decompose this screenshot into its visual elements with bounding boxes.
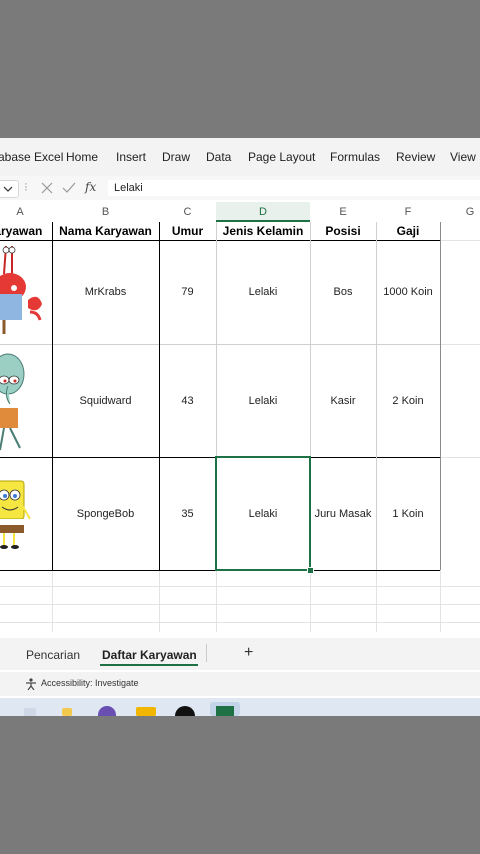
close-icon[interactable] xyxy=(41,182,53,194)
taskbar-app-icon[interactable] xyxy=(175,706,195,716)
gridline xyxy=(0,604,480,605)
mr-krabs-image xyxy=(0,245,42,334)
formula-input[interactable]: Lelaki xyxy=(108,180,480,196)
table-border xyxy=(440,222,441,570)
squidward-image xyxy=(0,353,25,450)
chevron-down-icon[interactable] xyxy=(3,185,13,193)
sheet-tab-daftar-karyawan[interactable]: Daftar Karyawan xyxy=(102,648,197,662)
column-header-f[interactable]: F xyxy=(376,202,440,222)
table-border xyxy=(159,222,160,570)
gridline xyxy=(52,570,53,632)
column-header-c[interactable]: C xyxy=(159,202,216,222)
cell-nama[interactable]: MrKrabs xyxy=(52,240,159,344)
cell-gaji[interactable]: 2 Koin xyxy=(376,344,440,457)
check-icon[interactable] xyxy=(62,182,76,194)
menu-item-insert[interactable]: Insert xyxy=(116,150,146,164)
name-box[interactable] xyxy=(0,180,19,198)
menu-item-formulas[interactable]: Formulas xyxy=(330,150,380,164)
cell-jenis-kelamin[interactable]: Lelaki xyxy=(216,344,310,457)
header-gaji[interactable]: Gaji xyxy=(376,222,440,240)
gridline xyxy=(159,570,160,632)
status-bar: Accessibility: Investigate xyxy=(0,672,480,696)
cell-umur[interactable]: 43 xyxy=(159,344,216,457)
add-sheet-button[interactable]: + xyxy=(244,644,253,662)
sheet-tab-pencarian[interactable]: Pencarian xyxy=(26,648,80,662)
active-cell-selection xyxy=(215,456,311,571)
cell-posisi[interactable]: Bos xyxy=(310,240,376,344)
column-header-d[interactable]: D xyxy=(216,202,310,222)
character-image-cell[interactable] xyxy=(0,240,52,344)
header-nama-karyawan[interactable]: Nama Karyawan xyxy=(52,222,159,240)
taskbar-app-icon[interactable] xyxy=(98,706,116,716)
column-header-a[interactable]: A xyxy=(0,202,52,222)
menu-item-page-layout[interactable]: Page Layout xyxy=(248,150,315,164)
taskbar-app-icon[interactable] xyxy=(24,708,36,716)
sheet-tab-bar: Pencarian Daftar Karyawan + xyxy=(0,638,480,670)
ribbon-menu-bar: Tabase Excel Home Insert Draw Data Page … xyxy=(0,138,480,176)
accessibility-icon[interactable] xyxy=(25,678,37,690)
table-border xyxy=(52,222,53,570)
spongebob-image xyxy=(0,480,31,549)
gridline xyxy=(440,344,480,345)
table-border xyxy=(0,344,440,345)
column-header-b[interactable]: B xyxy=(52,202,159,222)
gridline xyxy=(310,570,311,632)
gridline xyxy=(216,570,217,632)
folder-icon[interactable] xyxy=(136,707,156,716)
cell-jenis-kelamin[interactable]: Lelaki xyxy=(216,240,310,344)
cell-posisi[interactable]: Kasir xyxy=(310,344,376,457)
excel-window: Tabase Excel Home Insert Draw Data Page … xyxy=(0,138,480,716)
formula-bar: ⁝ fx Lelaki xyxy=(0,176,480,200)
header-umur[interactable]: Umur xyxy=(159,222,216,240)
column-header-e[interactable]: E xyxy=(310,202,376,222)
menu-item-review[interactable]: Review xyxy=(396,150,435,164)
gridline xyxy=(440,240,480,241)
cell-umur[interactable]: 35 xyxy=(159,457,216,570)
cell-gaji[interactable]: 1000 Koin xyxy=(376,240,440,344)
fill-handle[interactable] xyxy=(307,567,314,574)
header-karyawan[interactable]: Karyawan xyxy=(0,222,52,240)
menu-item-view[interactable]: View xyxy=(450,150,476,164)
function-icon[interactable]: fx xyxy=(85,180,96,194)
accessibility-status[interactable]: Accessibility: Investigate xyxy=(41,678,139,688)
worksheet-grid: Karyawan Nama Karyawan Umur Jenis Kelami… xyxy=(0,222,480,632)
cell-posisi[interactable]: Juru Masak xyxy=(310,457,376,570)
character-image-cell[interactable] xyxy=(0,344,52,457)
cell-nama[interactable]: Squidward xyxy=(52,344,159,457)
table-border xyxy=(0,240,440,241)
gridline xyxy=(440,457,480,458)
menu-item-file[interactable]: Tabase Excel xyxy=(0,150,63,164)
active-tab-indicator xyxy=(100,664,198,666)
menu-item-draw[interactable]: Draw xyxy=(162,150,190,164)
taskbar-app-icon[interactable] xyxy=(62,708,72,716)
gridline xyxy=(0,622,480,623)
header-posisi[interactable]: Posisi xyxy=(310,222,376,240)
excel-icon[interactable] xyxy=(216,706,234,716)
menu-item-data[interactable]: Data xyxy=(206,150,231,164)
gridline xyxy=(0,586,480,587)
cell-umur[interactable]: 79 xyxy=(159,240,216,344)
character-image-cell[interactable] xyxy=(0,457,52,570)
menu-item-home[interactable]: Home xyxy=(66,150,98,164)
header-jenis-kelamin[interactable]: Jenis Kelamin xyxy=(216,222,310,240)
column-headers: A B C D E F G xyxy=(0,202,480,222)
table-border xyxy=(376,222,377,570)
gridline xyxy=(376,570,377,632)
os-taskbar xyxy=(0,698,480,716)
cell-gaji[interactable]: 1 Koin xyxy=(376,457,440,570)
column-header-g[interactable]: G xyxy=(440,202,480,222)
formula-bar-separator: ⁝ xyxy=(24,180,28,194)
tab-separator xyxy=(206,644,207,662)
cell-nama[interactable]: SpongeBob xyxy=(52,457,159,570)
